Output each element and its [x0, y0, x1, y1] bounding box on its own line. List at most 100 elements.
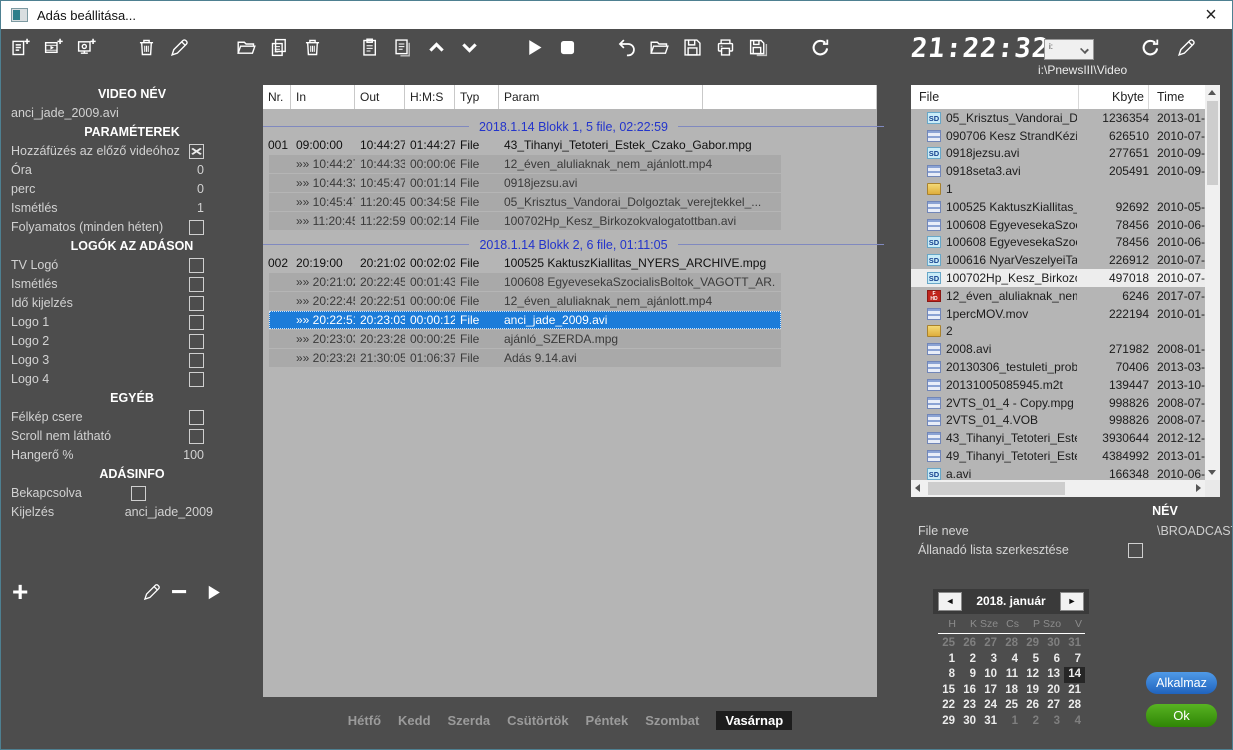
- scroll-down-icon[interactable]: [1208, 470, 1216, 475]
- file-row[interactable]: SD0918jezsu.avi2776512010-09-23 1: [911, 145, 1205, 163]
- calendar-day[interactable]: 4: [1001, 652, 1022, 668]
- checkbox[interactable]: [131, 486, 146, 501]
- calendar-day[interactable]: 26: [959, 636, 980, 652]
- day-tab[interactable]: Szerda: [448, 713, 491, 728]
- next-month-button[interactable]: ►: [1060, 592, 1084, 611]
- checkbox[interactable]: [189, 334, 204, 349]
- playlist-row[interactable]: »» 10:44:2710:44:3300:00:06File12_éven_a…: [263, 155, 877, 174]
- calendar-day[interactable]: 25: [938, 636, 959, 652]
- calendar-day[interactable]: 2: [959, 652, 980, 668]
- file-row[interactable]: SD05_Krisztus_Vandorai_Do...12363542013-…: [911, 109, 1205, 127]
- calendar-day[interactable]: 7: [1064, 652, 1085, 668]
- scroll-left-icon[interactable]: [915, 484, 920, 492]
- vscroll-thumb[interactable]: [1207, 101, 1218, 185]
- clipboard-icon[interactable]: [360, 37, 381, 58]
- playlist-row[interactable]: »» 20:21:0220:22:4500:01:43File100608 Eg…: [263, 273, 877, 292]
- drive-select[interactable]: i:: [1044, 39, 1094, 60]
- vertical-scrollbar[interactable]: [1205, 85, 1220, 480]
- playlist-row[interactable]: 00109:00:0010:44:2701:44:27File43_Tihany…: [263, 136, 877, 155]
- file-row[interactable]: 100608 EgyevesekaSzoci...784562010-06-26…: [911, 216, 1205, 234]
- add-icon[interactable]: +: [12, 577, 28, 607]
- pencil-icon[interactable]: [169, 37, 190, 58]
- allando-lista-checkbox[interactable]: [1128, 543, 1143, 558]
- pencil-icon[interactable]: [142, 582, 162, 602]
- folder-open-icon[interactable]: [236, 37, 257, 58]
- column-header[interactable]: Nr.: [263, 85, 291, 109]
- checkbox[interactable]: [189, 296, 204, 311]
- file-row[interactable]: 0918seta3.avi2054912010-09-23 1: [911, 162, 1205, 180]
- playlist-row[interactable]: »» 20:22:4520:22:5100:00:06File12_éven_a…: [263, 292, 877, 311]
- prev-month-button[interactable]: ◄: [938, 592, 962, 611]
- capture-new-icon[interactable]: [76, 37, 97, 58]
- file-row[interactable]: 2008.avi2719822008-01-10 1: [911, 340, 1205, 358]
- calendar-day[interactable]: 1: [938, 652, 959, 668]
- calendar-day[interactable]: 3: [980, 652, 1001, 668]
- horizontal-scrollbar[interactable]: [911, 480, 1205, 497]
- file-row[interactable]: SD100616 NyarVeszelyeiTav...2269122010-0…: [911, 251, 1205, 269]
- column-header[interactable]: Param: [499, 85, 703, 109]
- checkbox[interactable]: [189, 277, 204, 292]
- calendar-day[interactable]: 29: [938, 714, 959, 730]
- calendar-day[interactable]: 21: [1064, 683, 1085, 699]
- file-row[interactable]: FHD12_éven_aluliaknak_nem...62462017-07-…: [911, 287, 1205, 305]
- file-row-selected[interactable]: SD100702Hp_Kesz_Birkozok...4970182010-07…: [911, 269, 1205, 287]
- folder-open-icon[interactable]: [649, 37, 670, 58]
- column-header[interactable]: Out: [355, 85, 405, 109]
- hscroll-thumb[interactable]: [928, 482, 1065, 495]
- day-tab[interactable]: Szombat: [645, 713, 699, 728]
- column-header[interactable]: Time: [1149, 85, 1205, 109]
- calendar-day[interactable]: 28: [1064, 698, 1085, 714]
- calendar-day[interactable]: 27: [980, 636, 1001, 652]
- checkbox[interactable]: [189, 372, 204, 387]
- playlist-row[interactable]: 00220:19:0020:21:0200:02:02File100525 Ka…: [263, 254, 877, 273]
- column-header[interactable]: Kbyte: [1079, 85, 1149, 109]
- file-row[interactable]: SDa.avi1663482010-06-12 1: [911, 465, 1205, 480]
- calendar-day[interactable]: 1: [1001, 714, 1022, 730]
- file-row[interactable]: 090706 Kesz StrandKézia...6265102010-07-…: [911, 127, 1205, 145]
- copy-icon[interactable]: [269, 37, 290, 58]
- file-row[interactable]: 1percMOV.mov2221942010-01-12 0: [911, 305, 1205, 323]
- doc-new-icon[interactable]: [10, 37, 31, 58]
- copy-stack-icon[interactable]: [393, 37, 414, 58]
- undo-icon[interactable]: [616, 37, 637, 58]
- playlist-row-selected[interactable]: »» 20:22:5120:23:0300:00:12Fileanci_jade…: [263, 311, 877, 330]
- checkbox[interactable]: [189, 315, 204, 330]
- checkbox[interactable]: [189, 220, 204, 235]
- save-icon[interactable]: [682, 37, 703, 58]
- calendar-day[interactable]: 29: [1022, 636, 1043, 652]
- calendar-day[interactable]: 13: [1043, 667, 1064, 683]
- close-icon[interactable]: ×: [1190, 2, 1232, 28]
- play-icon[interactable]: [204, 583, 224, 603]
- trash-icon[interactable]: [136, 37, 157, 58]
- calendar-day[interactable]: 27: [1043, 698, 1064, 714]
- calendar-day[interactable]: 23: [959, 698, 980, 714]
- calendar-day[interactable]: 9: [959, 667, 980, 683]
- calendar-day[interactable]: 17: [980, 683, 1001, 699]
- trash-icon[interactable]: [302, 37, 323, 58]
- column-header[interactable]: File: [911, 85, 1079, 109]
- calendar-day[interactable]: 24: [980, 698, 1001, 714]
- calendar-day[interactable]: 8: [938, 667, 959, 683]
- file-row[interactable]: 20131005085945.m2t1394472013-10-09 1: [911, 376, 1205, 394]
- file-row[interactable]: 1: [911, 180, 1205, 198]
- calendar-day[interactable]: 26: [1022, 698, 1043, 714]
- checkbox[interactable]: [189, 429, 204, 444]
- playlist-row[interactable]: »» 11:20:4511:22:5900:02:14File100702Hp_…: [263, 212, 877, 231]
- playlist-row[interactable]: »» 20:23:2821:30:0501:06:37FileAdás 9.14…: [263, 349, 877, 368]
- ok-button[interactable]: Ok: [1146, 704, 1217, 727]
- checkbox[interactable]: [189, 410, 204, 425]
- save-stack-icon[interactable]: [748, 37, 769, 58]
- play-icon[interactable]: [524, 37, 545, 58]
- video-new-icon[interactable]: [43, 37, 64, 58]
- calendar-day[interactable]: 6: [1043, 652, 1064, 668]
- calendar-day[interactable]: 20: [1043, 683, 1064, 699]
- print-icon[interactable]: [715, 37, 736, 58]
- calendar-day[interactable]: 2: [1022, 714, 1043, 730]
- file-row[interactable]: SD100608 EgyevesekaSzoci...784562010-06-…: [911, 234, 1205, 252]
- calendar-day[interactable]: 5: [1022, 652, 1043, 668]
- stop-icon[interactable]: [557, 37, 578, 58]
- file-row[interactable]: 49_Tihanyi_Tetoteri_Este...43849922013-0…: [911, 447, 1205, 465]
- scroll-up-icon[interactable]: [1208, 90, 1216, 95]
- pencil-icon[interactable]: [1176, 37, 1197, 58]
- calendar-day[interactable]: 19: [1022, 683, 1043, 699]
